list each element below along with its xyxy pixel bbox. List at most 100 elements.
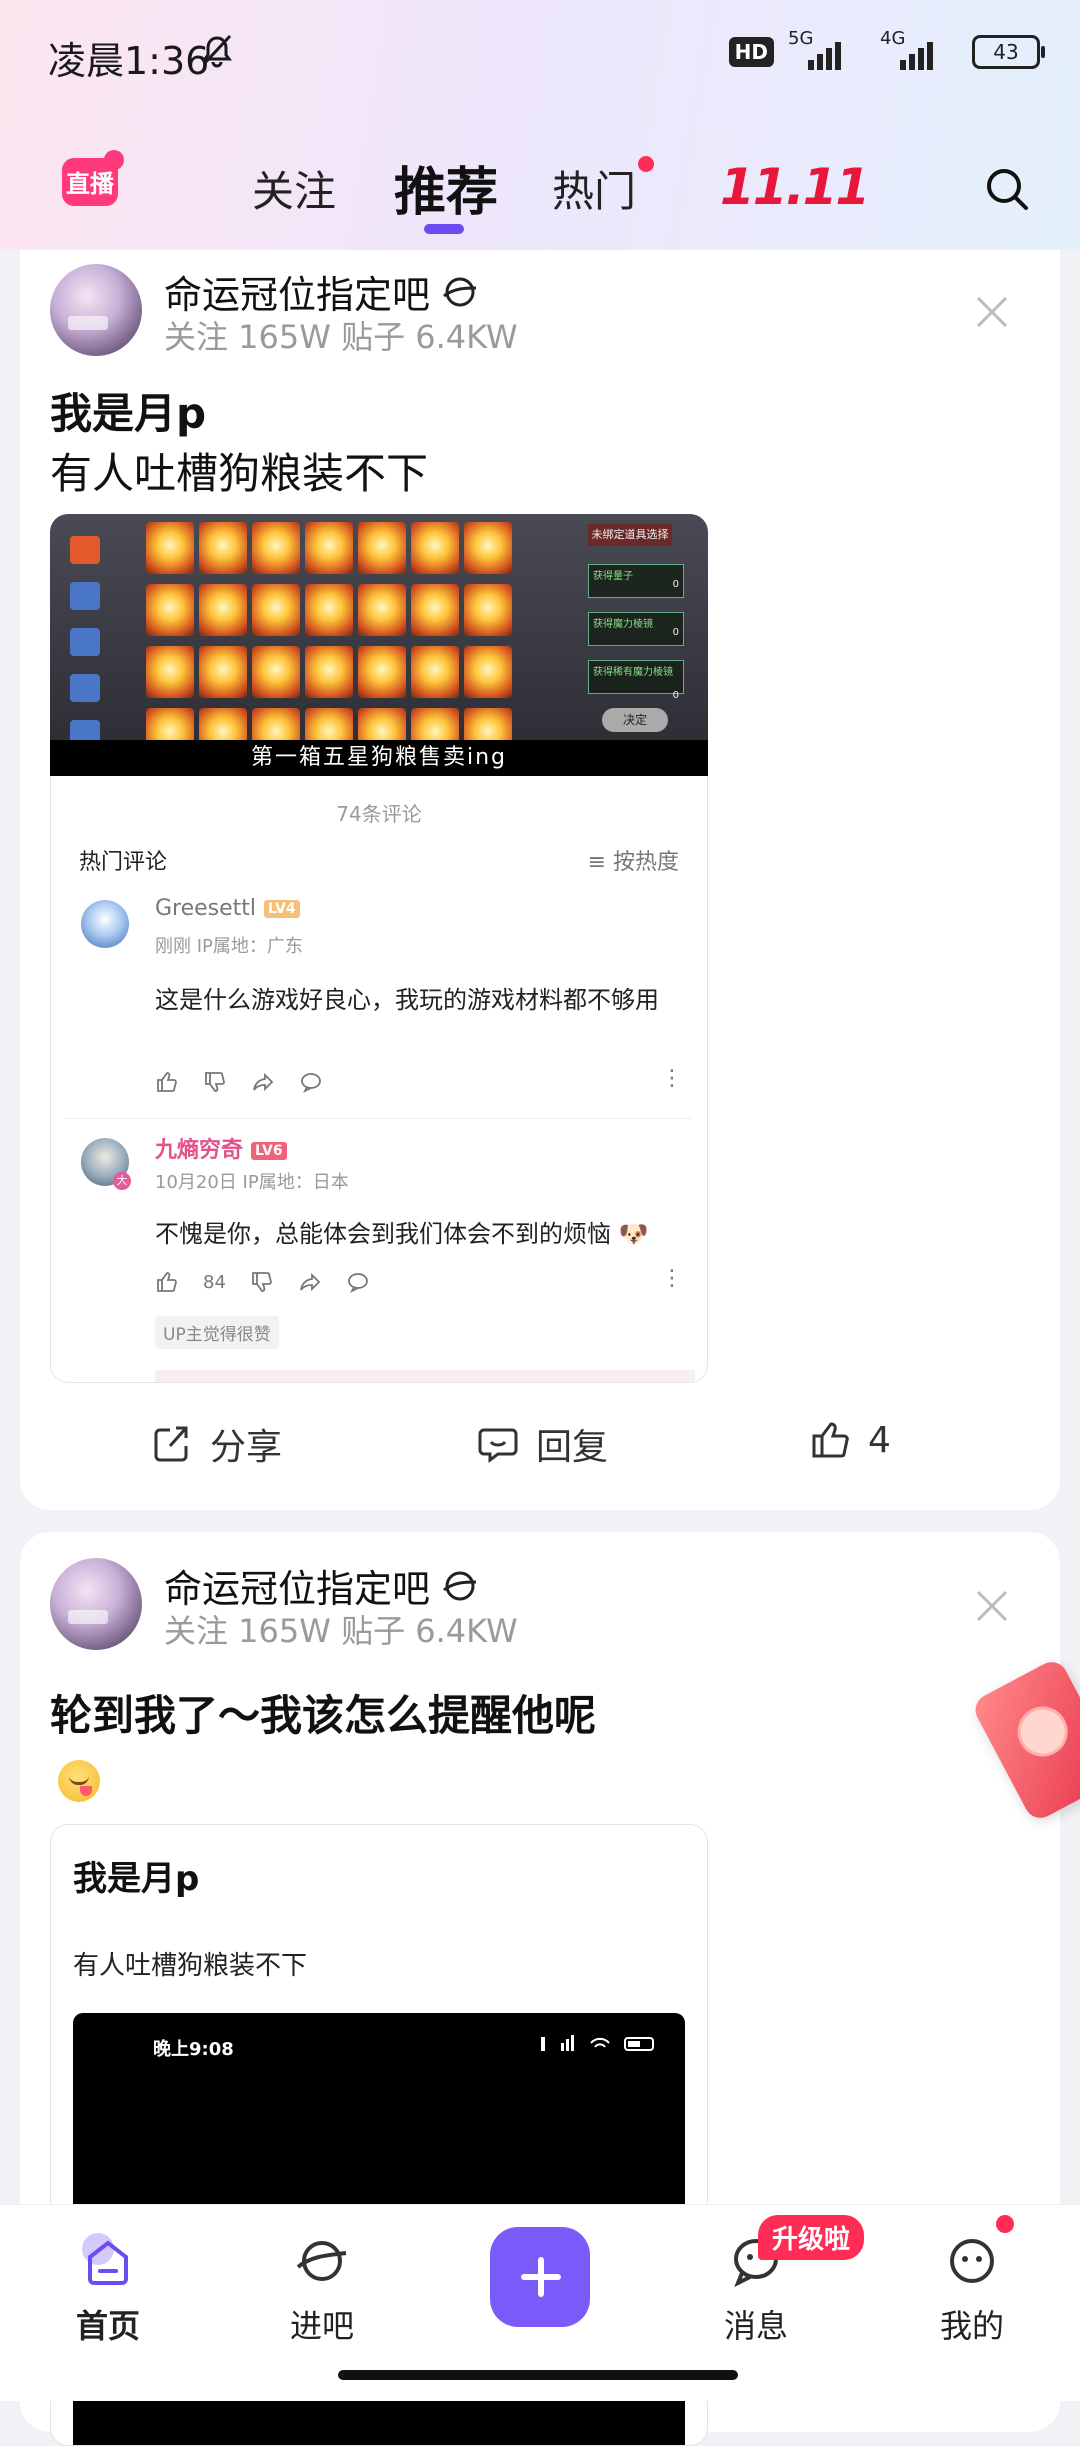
- sort-by-hot: ≡ 按热度: [587, 850, 679, 875]
- more-icon: ⋮: [661, 1266, 683, 1291]
- share-icon: [154, 1426, 188, 1462]
- share-icon: [253, 1072, 274, 1092]
- quoted-image-time: 晚上9:08: [153, 2039, 234, 2060]
- forum-stats: 关注 165W 贴子 6.4KW: [164, 1612, 518, 1650]
- status-indicators: HD 5G 4G 43: [728, 28, 1045, 74]
- comment-screenshot[interactable]: 74条评论 热门评论 ≡ 按热度 Greesettl LV4 刚刚 IP属地：广东…: [50, 776, 708, 1383]
- thumbs-down-icon: [205, 1072, 225, 1092]
- comment-meta: 10月20日 IP属地：日本: [155, 1172, 349, 1193]
- forum-stats: 关注 165W 贴子 6.4KW: [164, 318, 518, 356]
- hd-badge: HD: [728, 37, 774, 67]
- comment-count: 74条评论: [336, 802, 422, 826]
- planet-icon: [443, 1571, 477, 1600]
- like-count: 4: [868, 1419, 891, 1461]
- level-badge: LV4: [264, 900, 300, 918]
- post-image[interactable]: 未绑定道具选择 获得量子 0 获得魔力棱镜 0 获得稀有魔力棱镜 0 决定 第一箱五星…: [50, 514, 708, 776]
- battery-icon: 43: [972, 35, 1045, 69]
- up-liked-badge: UP主觉得很赞: [155, 1316, 279, 1349]
- planet-icon: [296, 2241, 347, 2281]
- comment-text: 这是什么游戏好良心，我玩的游戏材料都不够用: [155, 986, 659, 1014]
- comment-username: 九熵穷奇 LV6: [155, 1132, 287, 1164]
- nav-profile[interactable]: 我的: [902, 2231, 1042, 2347]
- comment-actions: [155, 1070, 323, 1094]
- yum-emoji-icon: [58, 1760, 100, 1802]
- tab-double-eleven[interactable]: 11.11: [720, 158, 870, 216]
- forum-name-text: 命运冠位指定吧: [164, 1567, 431, 1611]
- comment-meta: 刚刚 IP属地：广东: [155, 936, 303, 957]
- level-badge: LV6: [251, 1142, 287, 1160]
- reply-preview: [155, 1370, 695, 1382]
- nav-home-label: 首页: [75, 2307, 140, 2345]
- home-indicator[interactable]: [338, 2370, 738, 2380]
- forum-avatar[interactable]: [50, 1558, 142, 1650]
- like-button[interactable]: 4: [808, 1418, 891, 1462]
- profile-face-icon: [950, 2239, 994, 2283]
- reply-button[interactable]: 回复: [476, 1418, 608, 1470]
- hot-notification-dot: [638, 156, 654, 172]
- quoted-image-status-icons: [541, 2033, 661, 2059]
- reply-label: 回复: [536, 1427, 609, 1468]
- thumbs-up-icon: [157, 1272, 177, 1292]
- game-card-grid: [146, 522, 512, 760]
- signal-4g-icon: 4G: [880, 28, 958, 74]
- tab-active-indicator: [424, 224, 464, 234]
- signal-5g-icon: 5G: [788, 28, 866, 74]
- profile-notification-dot: [996, 2215, 1014, 2233]
- tab-hot[interactable]: 热门: [552, 158, 636, 219]
- comment-actions: 84: [155, 1270, 370, 1294]
- nav-home[interactable]: 首页: [38, 2231, 178, 2347]
- forum-avatar[interactable]: [50, 264, 142, 356]
- avatar: [81, 900, 129, 948]
- post-title[interactable]: 我是月p: [50, 380, 206, 441]
- quoted-post-body: 有人吐槽狗粮装不下: [73, 1951, 308, 1981]
- game-panel-row: 获得稀有魔力棱镜 0: [588, 660, 684, 701]
- like-count: 84: [203, 1271, 226, 1293]
- game-panel-header: 未绑定道具选择: [588, 524, 672, 546]
- divider: [65, 1118, 691, 1119]
- create-post-button[interactable]: [490, 2227, 590, 2327]
- share-button[interactable]: 分享: [150, 1418, 282, 1470]
- share-icon: [300, 1272, 321, 1292]
- comment-username: Greesettl LV4: [155, 896, 300, 921]
- game-decide-button: 决定: [602, 708, 668, 732]
- nav-forum-label: 进吧: [289, 2307, 354, 2345]
- comment-icon: [301, 1073, 321, 1094]
- quoted-post-title: 我是月p: [73, 1859, 200, 1899]
- forum-name[interactable]: 命运冠位指定吧: [164, 1558, 480, 1613]
- status-bar: 凌晨1:36 HD 5G 4G 43: [0, 0, 1080, 100]
- top-nav: 直播 关注 推荐 热门 11.11: [0, 140, 1080, 240]
- header: 凌晨1:36 HD 5G 4G 43 直播 关注 推荐 热门 11.11: [0, 0, 1080, 250]
- avatar-badge: 大: [113, 1172, 131, 1190]
- reply-icon: [478, 1428, 518, 1463]
- home-icon: [82, 2233, 128, 2285]
- close-icon[interactable]: [972, 1586, 1012, 1630]
- game-panel-row: 获得量子 0: [588, 564, 684, 598]
- game-panel-row: 获得魔力棱镜 0: [588, 612, 684, 646]
- thumbs-down-icon: [252, 1272, 272, 1292]
- post-body[interactable]: 有人吐槽狗粮装不下: [50, 440, 428, 501]
- close-icon[interactable]: [972, 292, 1012, 336]
- share-label: 分享: [210, 1427, 283, 1468]
- game-panel: 未绑定道具选择 获得量子 0 获得魔力棱镜 0 获得稀有魔力棱镜 0 决定: [568, 520, 688, 740]
- nav-profile-label: 我的: [939, 2307, 1004, 2345]
- bell-off-icon: [198, 32, 236, 74]
- hot-comments-label: 热门评论: [79, 850, 168, 875]
- thumbs-up-icon: [157, 1072, 177, 1092]
- nav-forum[interactable]: 进吧: [252, 2231, 392, 2347]
- status-time: 凌晨1:36: [48, 39, 210, 83]
- planet-icon: [443, 277, 477, 306]
- comment-icon: [348, 1273, 368, 1294]
- tab-follow[interactable]: 关注: [252, 158, 336, 219]
- nav-messages-label: 消息: [723, 2307, 788, 2345]
- tab-recommend[interactable]: 推荐: [394, 150, 498, 225]
- more-icon: ⋮: [661, 1066, 683, 1091]
- post-title[interactable]: 轮到我了～我该怎么提醒他呢: [50, 1682, 596, 1743]
- search-icon[interactable]: [982, 164, 1032, 218]
- forum-name-text: 命运冠位指定吧: [164, 273, 431, 317]
- forum-name[interactable]: 命运冠位指定吧: [164, 264, 480, 319]
- post-card[interactable]: 命运冠位指定吧 关注 165W 贴子 6.4KW 我是月p 有人吐槽狗粮装不下 …: [20, 250, 1060, 1510]
- live-label: 直播: [66, 170, 115, 198]
- thumbs-up-icon: [812, 1422, 849, 1458]
- live-button[interactable]: 直播: [58, 148, 128, 218]
- comment-text: 不愧是你，总能体会到我们体会不到的烦恼 🐶: [155, 1220, 649, 1248]
